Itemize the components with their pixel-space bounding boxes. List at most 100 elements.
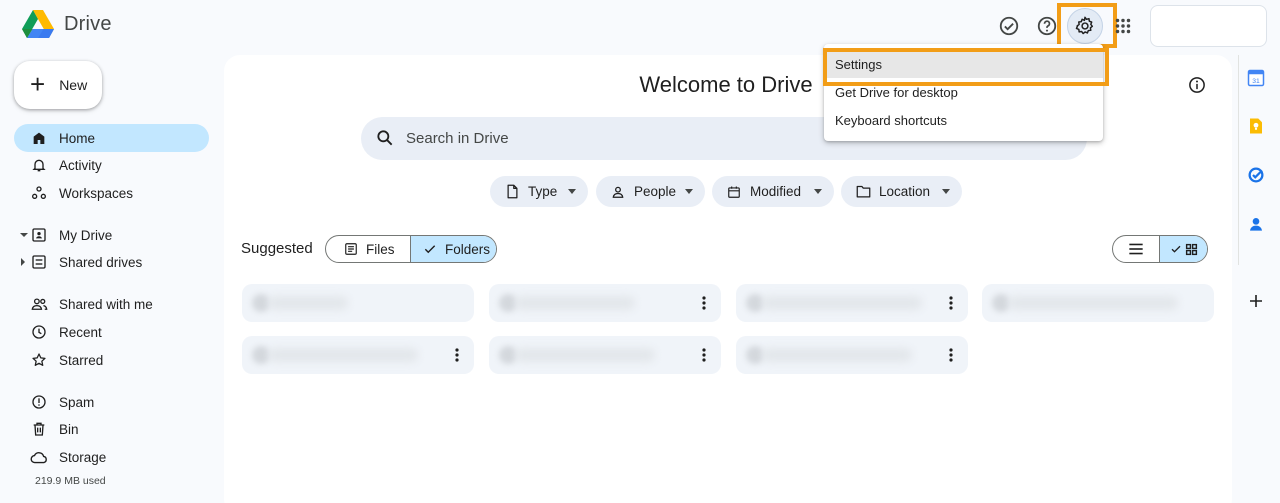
settings-button[interactable]	[1067, 8, 1103, 44]
nav-item-home[interactable]: Home	[14, 124, 209, 152]
folder-name-blurred	[762, 296, 922, 310]
checkmark-icon	[424, 245, 436, 254]
nav-item-label: Shared drives	[59, 254, 143, 270]
home-icon	[30, 129, 48, 147]
filter-label: Type	[528, 184, 558, 199]
drive-logo[interactable]: Drive	[22, 10, 112, 39]
nav-item-storage[interactable]: Storage	[14, 443, 209, 471]
grid-view-icon	[1185, 243, 1197, 255]
tasks-app-icon	[1248, 167, 1264, 183]
nav-item-shared-with-me[interactable]: Shared with me	[14, 290, 209, 318]
chevron-down-icon	[568, 189, 576, 194]
nav-item-starred[interactable]: Starred	[14, 346, 209, 374]
keep-app-icon	[1250, 118, 1262, 134]
nav-item-label: Spam	[59, 394, 95, 410]
tasks-app-button[interactable]	[1246, 165, 1266, 185]
chevron-down-icon	[685, 189, 693, 194]
more-options-icon[interactable]	[693, 292, 715, 314]
gear-icon	[1075, 16, 1094, 35]
add-app-button[interactable]	[1246, 291, 1266, 311]
search-icon	[375, 128, 395, 153]
chevron-down-icon	[942, 189, 950, 194]
more-options-icon[interactable]	[446, 344, 468, 366]
nav-item-workspaces[interactable]: Workspaces	[14, 179, 209, 207]
filter-people-chip[interactable]: People	[596, 176, 705, 207]
trash-icon	[30, 420, 48, 438]
workspaces-icon	[30, 184, 48, 202]
calendar-app-icon: 31	[1247, 69, 1265, 87]
nav-item-shared-drives[interactable]: Shared drives	[14, 248, 209, 276]
checkmark-icon	[1171, 245, 1180, 253]
bell-icon	[30, 156, 48, 174]
filter-label: Location	[879, 184, 931, 199]
help-button[interactable]	[1029, 8, 1065, 44]
folder-name-blurred	[515, 296, 635, 310]
expand-caret-icon[interactable]	[20, 233, 28, 237]
apps-grid-icon	[1115, 18, 1131, 34]
calendar-icon	[726, 184, 742, 200]
search-input[interactable]: Search in Drive	[406, 130, 509, 147]
chevron-down-icon	[814, 189, 822, 194]
filter-modified-chip[interactable]: Modified	[712, 176, 834, 207]
suggested-heading: Suggested	[241, 240, 313, 257]
list-view-button[interactable]	[1113, 236, 1161, 262]
more-options-icon[interactable]	[940, 292, 962, 314]
folder-card[interactable]	[736, 336, 968, 374]
nav-item-my-drive[interactable]: My Drive	[14, 221, 209, 249]
folder-name-blurred	[268, 296, 348, 310]
plus-icon: +	[30, 69, 46, 99]
nav-item-recent[interactable]: Recent	[14, 318, 209, 346]
nav-item-label: Starred	[59, 352, 104, 368]
files-toggle-label: Files	[366, 241, 395, 257]
keep-app-button[interactable]	[1246, 116, 1266, 136]
grid-view-button[interactable]	[1160, 236, 1207, 262]
menu-item-settings[interactable]: Settings	[824, 50, 1103, 78]
details-info-button[interactable]	[1186, 74, 1208, 96]
menu-item-keyboard-shortcuts[interactable]: Keyboard shortcuts	[824, 106, 1103, 134]
folder-card[interactable]	[982, 284, 1214, 322]
nav-item-spam[interactable]: Spam	[14, 388, 209, 416]
folder-card[interactable]	[489, 284, 721, 322]
folder-icon	[855, 184, 871, 200]
view-toggle	[1112, 235, 1208, 263]
more-options-icon[interactable]	[693, 344, 715, 366]
folder-card[interactable]	[242, 336, 474, 374]
nav-item-label: My Drive	[59, 227, 113, 243]
filter-type-chip[interactable]: Type	[490, 176, 588, 207]
nav-item-label: Recent	[59, 324, 102, 340]
folders-toggle-button[interactable]: Folders	[411, 236, 496, 262]
filter-location-chip[interactable]: Location	[841, 176, 962, 207]
folder-card[interactable]	[242, 284, 474, 322]
folder-card[interactable]	[489, 336, 721, 374]
nav-item-bin[interactable]: Bin	[14, 415, 209, 443]
folder-card[interactable]	[736, 284, 968, 322]
nav-item-label: Activity	[59, 157, 102, 173]
ready-offline-button[interactable]	[991, 8, 1027, 44]
filter-label: Modified	[750, 184, 802, 199]
nav-item-label: Workspaces	[59, 185, 134, 201]
more-options-icon[interactable]	[940, 344, 962, 366]
calendar-app-button[interactable]: 31	[1246, 68, 1266, 88]
people-icon	[30, 295, 48, 313]
svg-text:31: 31	[1252, 78, 1260, 85]
files-toggle-button[interactable]: Files	[326, 236, 411, 262]
file-icon	[504, 184, 520, 200]
folder-name-blurred	[268, 348, 418, 362]
shared-drives-icon	[30, 253, 48, 271]
expand-caret-icon[interactable]	[21, 258, 25, 266]
menu-item-get-drive-desktop[interactable]: Get Drive for desktop	[824, 78, 1103, 106]
document-list-icon	[345, 243, 357, 255]
folder-name-blurred	[1008, 296, 1178, 310]
folder-name-blurred	[762, 348, 912, 362]
contacts-app-button[interactable]	[1246, 214, 1266, 234]
new-button[interactable]: + New	[14, 61, 102, 109]
nav-item-label: Bin	[59, 421, 79, 437]
nav-item-label: Shared with me	[59, 296, 153, 312]
nav-item-activity[interactable]: Activity	[14, 151, 209, 179]
offline-check-icon	[999, 16, 1019, 36]
folder-name-blurred	[515, 348, 655, 362]
contacts-app-icon	[1250, 218, 1262, 231]
google-apps-button[interactable]	[1105, 8, 1141, 44]
side-panel-divider	[1238, 55, 1239, 265]
account-area[interactable]	[1150, 5, 1267, 47]
